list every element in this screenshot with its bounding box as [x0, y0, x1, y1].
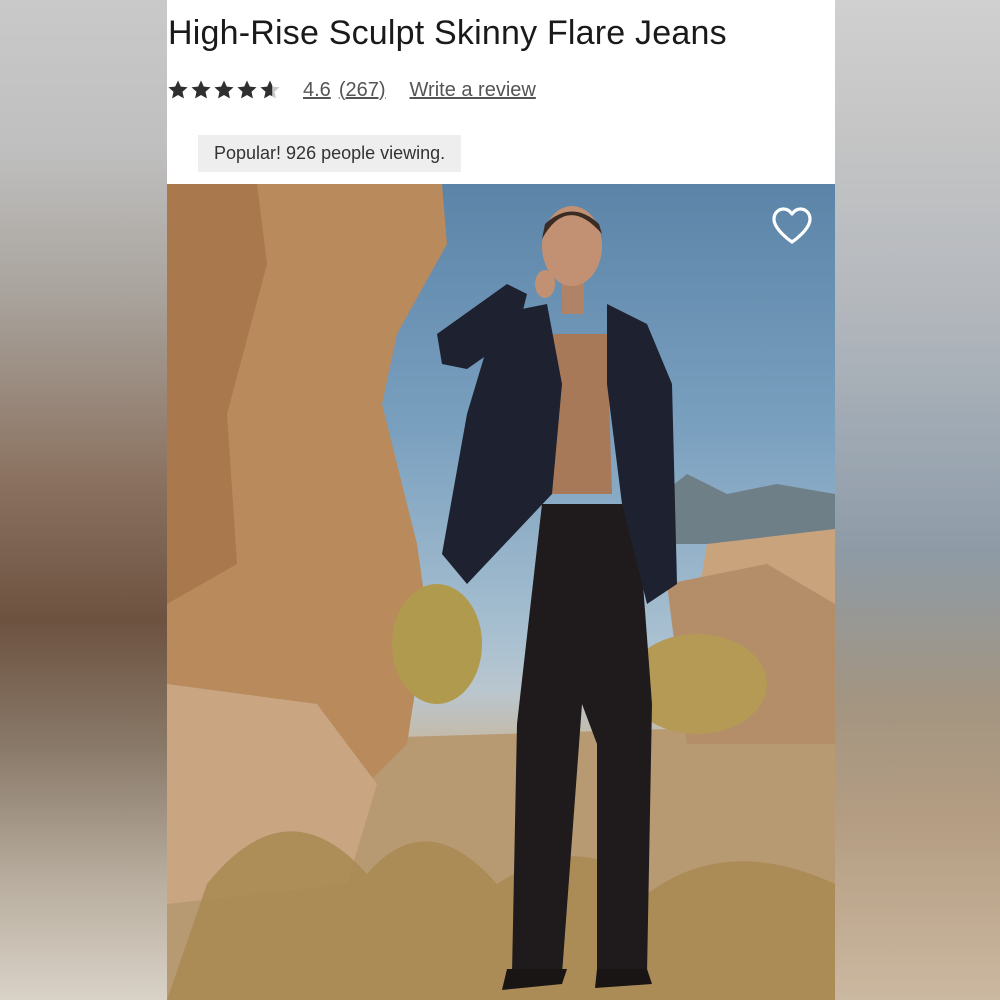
star-rating[interactable] — [167, 79, 281, 101]
product-panel: High-Rise Sculpt Skinny Flare Jeans 4.6 … — [167, 0, 835, 1000]
review-count-link[interactable]: (267) — [339, 79, 386, 102]
hand — [535, 270, 555, 298]
shrub-left — [392, 584, 482, 704]
popular-badge: Popular! 926 people viewing. — [198, 135, 462, 172]
product-title: High-Rise Sculpt Skinny Flare Jeans — [168, 14, 727, 52]
product-photo[interactable] — [167, 184, 835, 1000]
rating-value-link[interactable]: 4.6 — [303, 79, 331, 102]
star-icon — [214, 80, 234, 99]
product-photo-scene — [167, 184, 835, 1000]
blurred-backdrop-left — [0, 0, 167, 1000]
star-icon — [168, 80, 188, 99]
write-review-link[interactable]: Write a review — [410, 79, 536, 102]
rating-row: 4.6 (267) Write a review — [167, 74, 536, 106]
favorite-heart-icon[interactable] — [771, 206, 813, 246]
blurred-backdrop-right — [835, 0, 1000, 1000]
star-icon — [237, 80, 257, 99]
star-icon — [191, 80, 211, 99]
star-icon — [260, 80, 280, 99]
